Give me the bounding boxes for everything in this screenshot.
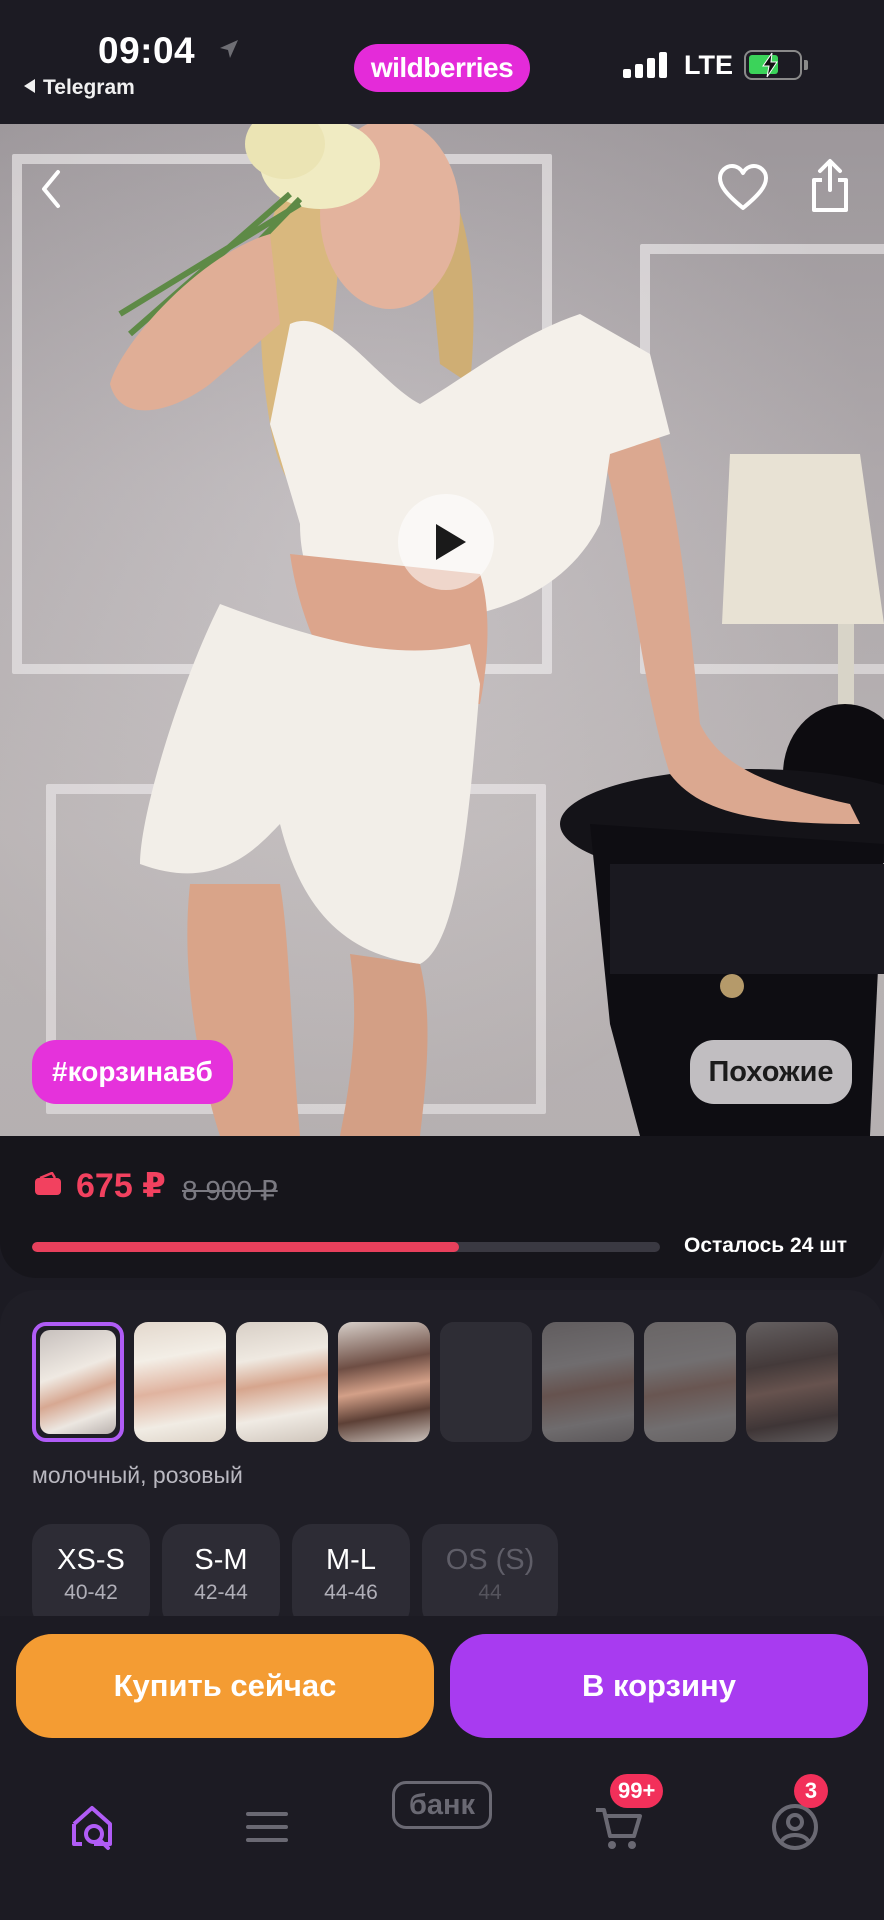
wallet-icon [35, 1172, 61, 1195]
back-triangle-icon [24, 79, 35, 93]
purchase-actions: Купить сейчас В корзину [0, 1616, 884, 1756]
variant-thumbnail[interactable] [32, 1322, 124, 1442]
battery-icon [744, 50, 808, 80]
size-label: M-L [326, 1544, 376, 1576]
favorite-heart-icon[interactable] [716, 162, 770, 214]
network-type: LTE [684, 50, 733, 80]
variant-thumbnail[interactable] [338, 1322, 430, 1442]
color-name: молочный, розовый [32, 1462, 243, 1488]
location-arrow-icon [220, 40, 238, 58]
profile-icon [772, 1804, 818, 1850]
product-photo [110, 124, 884, 1136]
old-price: 8 900 ₽ [182, 1175, 278, 1206]
variant-thumbnail[interactable] [134, 1322, 226, 1442]
variant-thumbnail[interactable] [440, 1322, 532, 1442]
add-to-cart-button[interactable]: В корзину [450, 1634, 868, 1738]
stock-progress-fill [32, 1242, 460, 1252]
product-media[interactable]: #корзинавб Похожие [0, 124, 884, 1136]
size-label: XS-S [57, 1544, 125, 1576]
profile-badge: 3 [794, 1774, 828, 1808]
stock-progress-bar [32, 1242, 660, 1252]
variant-thumbnail[interactable] [542, 1322, 634, 1442]
cell-signal-icon [623, 52, 667, 78]
price-card: 675 ₽ 8 900 ₽ Осталось 24 шт [0, 1136, 884, 1278]
size-ru: 44 [478, 1581, 502, 1604]
variant-thumbnail[interactable] [746, 1322, 838, 1442]
status-time: 09:04 [98, 30, 196, 71]
variant-options: молочный, розовый XS-S 40-42 S-M 42-44 M… [0, 1290, 884, 1630]
current-price: 675 ₽ [76, 1167, 166, 1205]
menu-icon [246, 1812, 288, 1842]
brand-logo: wildberries [354, 44, 530, 92]
home-search-icon [72, 1806, 112, 1850]
tab-catalog[interactable] [216, 1776, 316, 1876]
size-option[interactable]: XS-S 40-42 [32, 1524, 150, 1628]
size-ru: 42-44 [194, 1581, 248, 1604]
tab-home[interactable] [42, 1776, 142, 1876]
hashtag-pill[interactable]: #корзинавб [32, 1040, 233, 1104]
cart-badge: 99+ [610, 1774, 664, 1808]
back-app-label: Telegram [43, 76, 135, 99]
status-bar: 09:04 Telegram wildberries LTE [0, 0, 884, 124]
tab-bank[interactable]: банк [392, 1781, 492, 1829]
stock-remaining: Осталось 24 шт [684, 1234, 847, 1257]
bottom-tab-bar: банк 99+ 3 [0, 1756, 884, 1920]
tab-cart[interactable]: 99+ [568, 1774, 668, 1876]
size-option-unavailable[interactable]: OS (S) 44 [422, 1524, 558, 1628]
tab-profile[interactable]: 3 [744, 1774, 844, 1876]
size-option[interactable]: S-M 42-44 [162, 1524, 280, 1628]
cart-icon [596, 1808, 642, 1849]
size-option[interactable]: M-L 44-46 [292, 1524, 410, 1628]
share-icon[interactable] [808, 158, 852, 214]
size-ru: 40-42 [64, 1581, 118, 1604]
size-label: S-M [194, 1544, 248, 1576]
back-to-app-link[interactable]: Telegram [24, 76, 135, 100]
play-icon [436, 524, 466, 560]
variant-thumbnail[interactable] [236, 1322, 328, 1442]
similar-button[interactable]: Похожие [690, 1040, 852, 1104]
size-ru: 44-46 [324, 1581, 378, 1604]
back-icon[interactable] [32, 164, 72, 214]
buy-now-button[interactable]: Купить сейчас [16, 1634, 434, 1738]
size-label: OS (S) [445, 1544, 535, 1576]
variant-thumbnail[interactable] [644, 1322, 736, 1442]
play-video-button[interactable] [398, 494, 494, 590]
charging-bolt-icon [762, 52, 778, 78]
